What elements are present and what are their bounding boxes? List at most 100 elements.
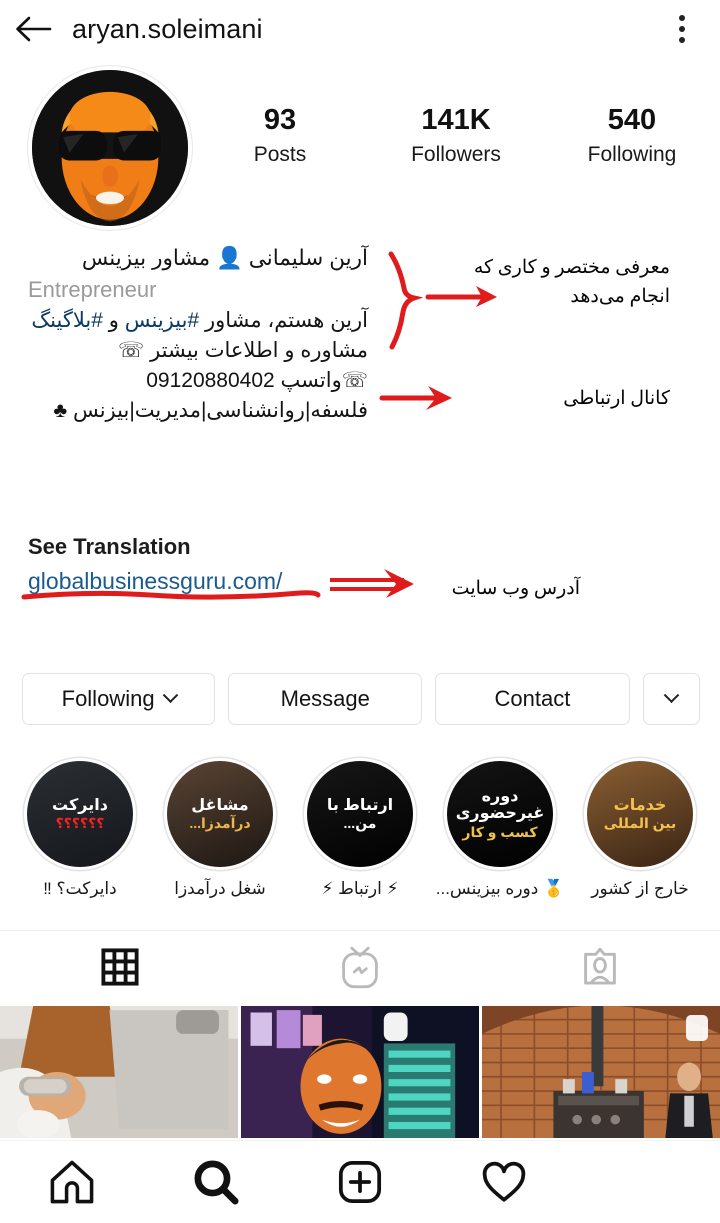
overflow-menu-button[interactable] (658, 0, 706, 58)
highlight-cover-line2: ؟؟؟؟؟؟ (55, 815, 105, 832)
nav-search[interactable] (144, 1157, 288, 1207)
highlight-item[interactable]: دایرکت ؟؟؟؟؟؟ دایرکت؟ ‼ (14, 758, 146, 918)
post-thumbnail-2[interactable] (241, 1006, 479, 1138)
highlight-item[interactable]: خدمات بین المللی خارج از کشور (574, 758, 706, 918)
annotation-arrow-website (330, 569, 414, 598)
highlight-cover: خدمات بین المللی (587, 761, 693, 867)
hashtag-business[interactable]: #بیزینس (125, 309, 199, 332)
highlight-cover-line1: دایرکت (52, 796, 108, 814)
message-button[interactable]: Message (228, 673, 423, 725)
chevron-down-icon (162, 686, 178, 703)
highlight-item[interactable]: دوره غیرحضوری کسب و کار 🥇 دوره بیزینس... (434, 758, 566, 918)
posts-grid (0, 1006, 720, 1138)
bio-text-a: آرین هستم، مشاور (199, 308, 368, 332)
annotation-bio-line2: انجام می‌دهد (570, 285, 670, 307)
igtv-icon (342, 946, 378, 988)
highlight-label: دایرکت؟ ‼ (43, 879, 117, 898)
followers-count: 141K (421, 104, 491, 136)
stat-followers[interactable]: 141K Followers (368, 104, 544, 167)
following-count: 540 (607, 104, 657, 136)
highlight-ring: دوره غیرحضوری کسب و کار (444, 758, 556, 870)
message-button-label: Message (280, 686, 370, 711)
website-link[interactable]: globalbusinessguru.com/ (28, 568, 282, 595)
highlight-ring: خدمات بین المللی (584, 758, 696, 870)
back-arrow-icon (16, 16, 52, 42)
bio-line-hashtags: آرین هستم، مشاور #بیزینس و #بلاگینگ (28, 306, 368, 336)
highlight-cover-line1: دوره غیرحضوری (455, 787, 545, 823)
highlight-cover-line1: مشاغل (191, 796, 249, 814)
stat-posts[interactable]: 93 Posts (192, 104, 368, 167)
bio-display-name: آرین سلیمانی 👤 مشاور بیزینس (81, 246, 368, 270)
highlight-cover-line2: بین المللی (603, 815, 677, 832)
highlight-cover-line2: درآمدزا... (189, 815, 251, 832)
tab-tagged[interactable] (480, 931, 720, 1002)
profile-bio: آرین سلیمانی 👤 مشاور بیزینس Entrepreneur… (28, 243, 368, 427)
hashtag-blogging[interactable]: #بلاگینگ (31, 309, 103, 332)
highlight-cover-line1: ارتباط با (326, 796, 394, 814)
tagged-icon (584, 947, 616, 985)
highlight-label: خارج از کشور (591, 879, 689, 898)
bottom-navigation (0, 1140, 720, 1223)
highlight-label: شغل درآمدزا (174, 879, 266, 898)
highlight-cover-line2: من... (343, 815, 377, 832)
bio-line-consult: مشاوره و اطلاعات بیشتر ☏ (117, 338, 368, 362)
tab-grid[interactable] (0, 931, 240, 1002)
more-options-button[interactable] (642, 673, 700, 725)
annotation-contact-text: کانال ارتباطی (470, 385, 670, 414)
annotation-bio-line1: معرفی مختصر و کاری که (473, 257, 670, 278)
annotation-contact-line1: کانال ارتباطی (563, 388, 670, 409)
app-header: aryan.soleimani (0, 0, 720, 58)
chevron-down-icon (663, 686, 680, 703)
bio-line-topics: فلسفه|روانشناسی|مدیریت|بیزنس ♣ (53, 399, 368, 423)
bio-text-b: و (102, 308, 125, 332)
nav-activity[interactable] (432, 1157, 576, 1207)
tab-igtv[interactable] (240, 931, 480, 1002)
post-thumbnail-3[interactable] (482, 1006, 720, 1138)
bio-line-phone: ☏واتسپ 09120880402 (146, 369, 368, 393)
highlight-cover: ارتباط با من... (307, 761, 413, 867)
avatar[interactable] (28, 66, 192, 230)
see-translation-link[interactable]: See Translation (28, 534, 191, 560)
stats-row: 93 Posts 141K Followers 540 Following (192, 104, 720, 167)
home-icon (50, 1160, 94, 1204)
activity-heart-icon (482, 1161, 526, 1202)
highlight-item[interactable]: ارتباط با من... ⚡ ارتباط ⚡ (294, 758, 426, 918)
post-thumbnail-1[interactable] (0, 1006, 238, 1138)
annotation-bio-text: معرفی مختصر و کاری که انجام می‌دهد (470, 254, 670, 311)
instagram-profile-screen: aryan.soleimani 93 Posts 141K Followers … (0, 0, 720, 1223)
following-button[interactable]: Following (22, 673, 216, 725)
highlight-cover: دایرکت ؟؟؟؟؟؟ (27, 761, 133, 867)
overflow-menu-icon (679, 15, 685, 21)
highlight-ring: دایرکت ؟؟؟؟؟؟ (24, 758, 136, 870)
profile-tabs (0, 930, 720, 1002)
search-icon (194, 1160, 239, 1205)
multi-post-badge (686, 1015, 708, 1041)
annotation-website-line1: آدرس وب سایت (451, 578, 580, 599)
post-image-3 (482, 1006, 720, 1138)
highlight-cover-line2: کسب و کار (462, 823, 538, 840)
followers-label: Followers (411, 143, 501, 167)
highlight-ring: ارتباط با من... (304, 758, 416, 870)
back-button[interactable] (0, 0, 66, 58)
avatar-image (32, 70, 188, 226)
contact-button[interactable]: Contact (435, 673, 630, 725)
highlight-cover-line1: خدمات (613, 796, 667, 814)
following-button-label: Following (61, 686, 155, 711)
highlight-cover: مشاغل درآمدزا... (167, 761, 273, 867)
nav-home[interactable] (0, 1157, 144, 1207)
contact-button-label: Contact (494, 686, 571, 711)
posts-count: 93 (263, 104, 297, 136)
highlight-item[interactable]: مشاغل درآمدزا... شغل درآمدزا (154, 758, 286, 918)
highlight-label: 🥇 دوره بیزینس... (435, 879, 565, 898)
bio-category: Entrepreneur (28, 276, 157, 302)
add-post-icon (338, 1160, 382, 1204)
grid-icon (101, 947, 139, 986)
nav-add-post[interactable] (288, 1157, 432, 1207)
profile-summary: 93 Posts 141K Followers 540 Following (0, 62, 720, 230)
posts-label: Posts (253, 143, 307, 167)
highlight-label: ⚡ ارتباط ⚡ (321, 879, 399, 898)
highlight-cover: دوره غیرحضوری کسب و کار (447, 761, 553, 867)
page-title: aryan.soleimani (72, 13, 263, 44)
stat-following[interactable]: 540 Following (544, 104, 720, 167)
story-highlights: دایرکت ؟؟؟؟؟؟ دایرکت؟ ‼ مشاغل درآمدزا...… (0, 758, 720, 918)
